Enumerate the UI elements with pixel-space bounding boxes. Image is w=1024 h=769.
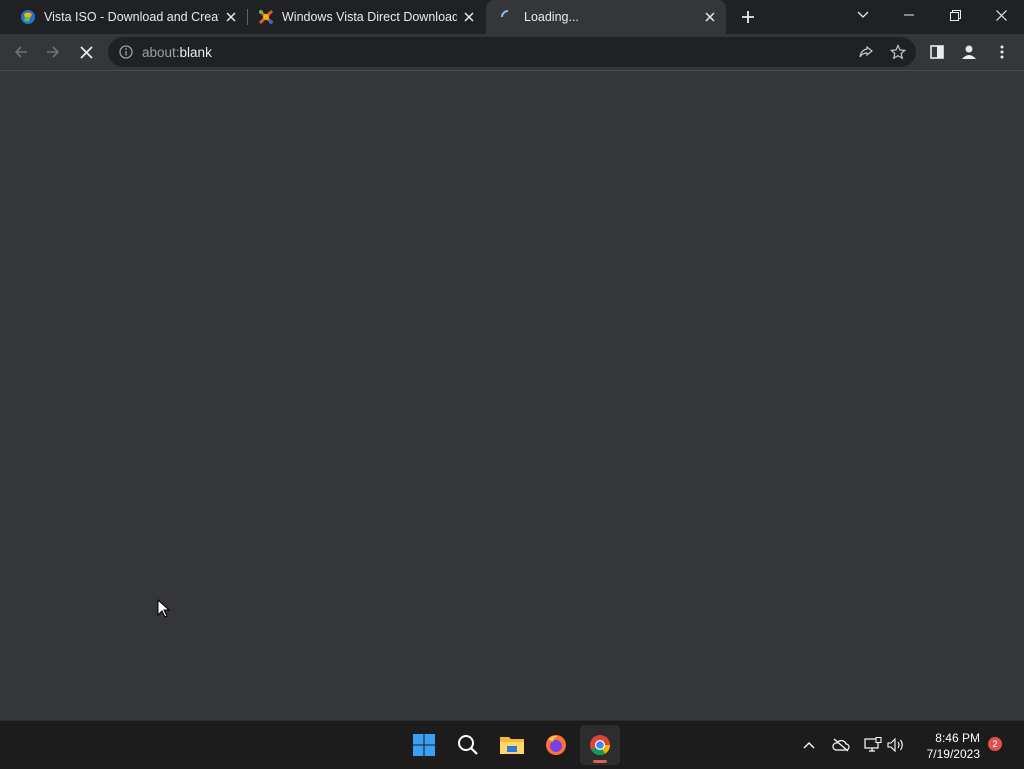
clock-date: 7/19/2023 [926,747,980,761]
side-panel-button[interactable] [924,39,950,65]
restore-button[interactable] [932,0,978,30]
stop-loading-button[interactable] [73,39,99,65]
arrow-left-icon [14,46,27,58]
chrome-button[interactable] [580,725,620,765]
close-tab-icon[interactable] [702,9,718,25]
tab-vista-direct-download[interactable]: Windows Vista Direct Download [248,0,485,34]
close-window-button[interactable] [978,0,1024,30]
search-icon [458,735,478,755]
tab-title: Loading... [524,10,579,24]
cloud-off-icon [832,738,850,752]
forward-button[interactable] [40,39,66,65]
arrow-right-icon [47,46,60,58]
url-scheme: about: [142,45,180,60]
menu-button[interactable] [989,39,1015,65]
close-icon [995,9,1007,21]
plus-icon [742,11,754,23]
url-path: blank [179,45,212,60]
volume-icon [887,737,903,753]
new-tab-button[interactable] [737,6,759,28]
loading-spinner-icon [501,10,509,18]
vista-logo-icon [21,10,35,24]
bookmark-star-icon[interactable] [890,44,906,60]
tab-vista-iso[interactable]: Vista ISO - Download and Create [0,0,247,34]
profile-button[interactable] [956,39,982,65]
share-icon[interactable] [858,44,874,60]
browser-toolbar: about:blank [0,34,1024,71]
profile-icon [962,45,976,59]
clock-time: 8:46 PM [935,731,980,745]
network-button[interactable] [861,733,885,757]
kebab-menu-icon [1000,45,1004,59]
onedrive-button[interactable] [829,733,853,757]
minimize-icon [904,14,914,16]
show-hidden-icons-button[interactable] [797,733,821,757]
volume-button[interactable] [884,733,908,757]
close-icon [79,45,93,59]
tab-search-button[interactable] [840,0,886,30]
notification-badge[interactable]: 2 [988,737,1002,751]
tab-loading[interactable]: Loading... [486,0,726,34]
side-panel-icon [930,45,944,59]
info-icon[interactable] [119,45,133,59]
url-text[interactable]: about:blank [142,45,212,60]
vista-logo-icon [258,9,274,25]
close-tab-icon[interactable] [223,9,239,25]
network-icon [864,737,882,752]
close-tab-icon[interactable] [461,9,477,25]
tab-title: Vista ISO - Download and Create [44,10,219,24]
chrome-icon [590,735,611,756]
chevron-down-icon [857,11,869,18]
mouse-cursor-icon [157,599,171,618]
address-bar[interactable]: about:blank [108,37,916,67]
start-button[interactable] [404,725,444,765]
active-app-indicator [593,760,607,763]
minimize-button[interactable] [886,0,932,30]
clock[interactable]: 8:46 PM 7/19/2023 [910,730,980,762]
windows-logo-icon [413,734,435,756]
tab-strip: Vista ISO - Download and Create Windows … [0,0,1024,34]
taskbar: 8:46 PM 7/19/2023 [0,720,1024,769]
chevron-up-icon [803,742,815,749]
tab-title: Windows Vista Direct Download [282,10,457,24]
back-button[interactable] [8,39,34,65]
firefox-icon [546,735,566,755]
folder-icon [500,737,524,754]
search-button[interactable] [448,725,488,765]
page-content[interactable] [0,71,1024,720]
restore-icon [949,9,961,21]
file-explorer-button[interactable] [492,725,532,765]
firefox-button[interactable] [536,725,576,765]
